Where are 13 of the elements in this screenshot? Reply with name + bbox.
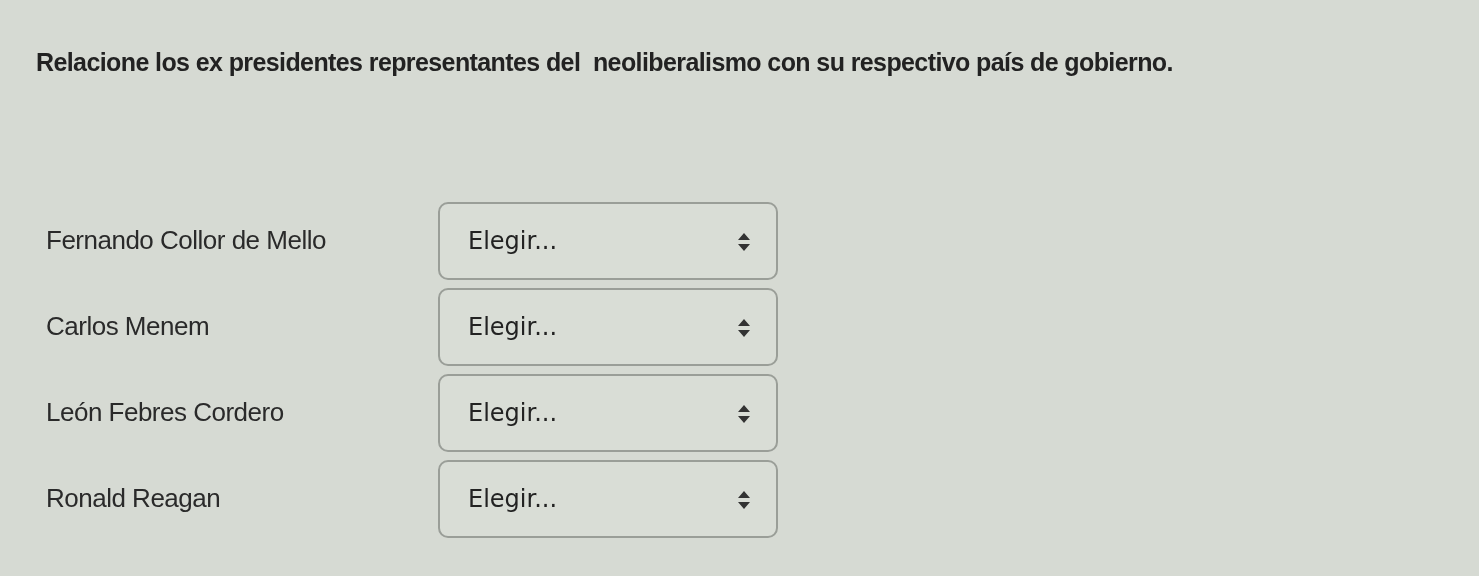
sort-caret-icon (738, 490, 750, 509)
country-select[interactable]: Elegir... (438, 373, 778, 452)
president-name: Fernando Collor de Mello (46, 224, 327, 257)
president-name: León Febres Cordero (46, 396, 285, 429)
country-select[interactable]: Elegir... (438, 459, 778, 538)
sort-caret-icon (738, 232, 750, 251)
president-name: Ronald Reagan (46, 482, 222, 515)
country-select[interactable]: Elegir... (438, 287, 778, 366)
question-text: Relacione los ex presidentes representantes del neoliberalismo con su respectivo país de gobierno. (36, 47, 1174, 78)
country-select[interactable]: Elegir... (438, 201, 778, 280)
president-name: Carlos Menem (46, 310, 211, 343)
sort-caret-icon (738, 404, 750, 423)
sort-caret-icon (738, 318, 750, 337)
